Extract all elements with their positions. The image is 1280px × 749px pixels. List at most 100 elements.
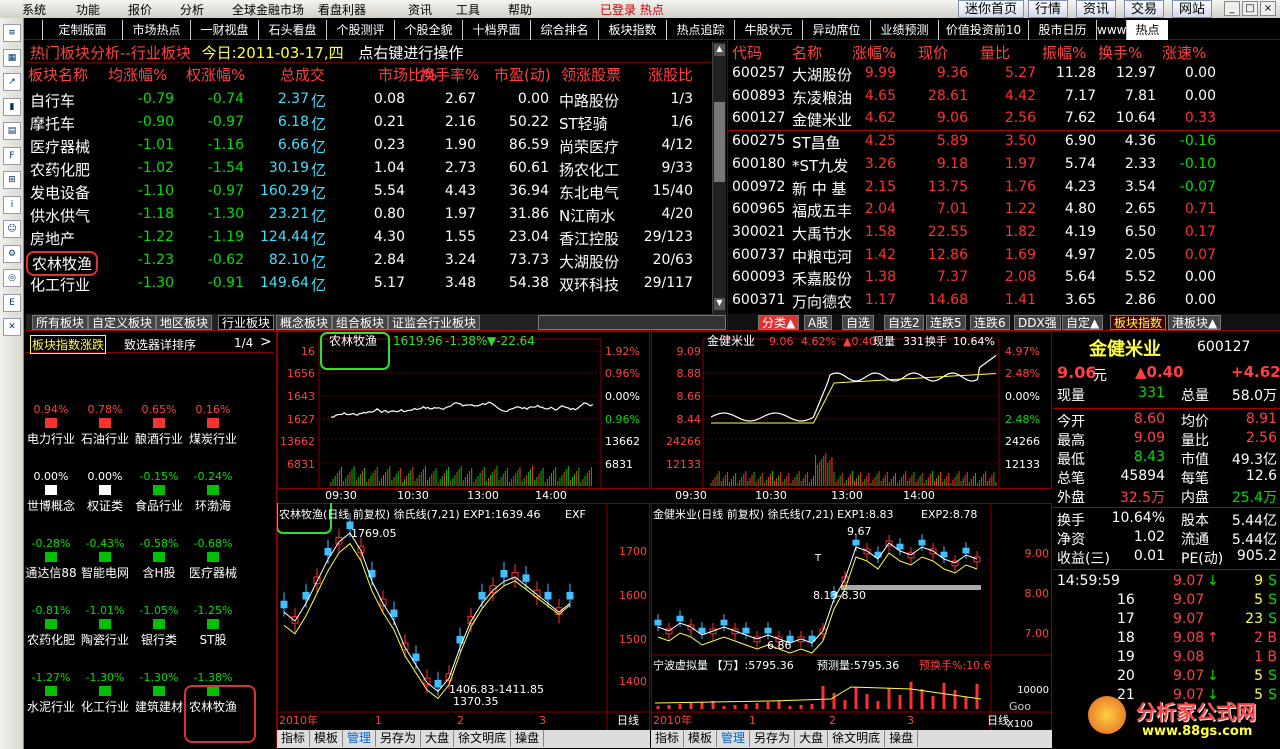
heat-cell[interactable]: -0.81% 农药化肥	[22, 604, 80, 648]
stock-row[interactable]: 600180 *ST九发 3.26 9.18 1.97 5.74 2.33 -0.10	[728, 155, 1280, 177]
tab-10[interactable]: 牛股状元	[734, 20, 802, 40]
tab-8[interactable]: 板块指数	[598, 20, 666, 40]
sector-col-header-0[interactable]: 板块名称	[28, 64, 88, 85]
stock-row[interactable]: 600893 东凌粮油 4.65 28.61 4.42 7.17 7.81 0.00	[728, 87, 1280, 109]
heat-cell[interactable]: -1.27% 水泥行业	[22, 671, 80, 715]
chart-tool-2[interactable]: 管理	[717, 730, 751, 747]
menu-item-5[interactable]: 看盘利器	[318, 1, 366, 18]
chart-tool-6[interactable]: 操盘	[885, 730, 919, 747]
tab-2[interactable]: 一财视盘	[190, 20, 258, 40]
stock-row[interactable]: 600965 福成五丰 2.04 7.01 1.22 4.80 2.65 0.71	[728, 200, 1280, 222]
minimize-icon[interactable]: _	[1224, 1, 1240, 16]
tab-4[interactable]: 个股测评	[326, 20, 394, 40]
tab-12[interactable]: 业绩预测	[870, 20, 938, 40]
tool-icon[interactable]: ⚙	[3, 244, 21, 263]
chart-tool-0[interactable]: 指标	[651, 730, 685, 747]
heat-cell[interactable]: 0.94% 电力行业	[22, 403, 80, 447]
stock-row[interactable]: 600093 禾嘉股份 1.38 7.37 2.08 5.64 5.52 0.00	[728, 268, 1280, 290]
f10-icon[interactable]: F	[3, 146, 21, 165]
stock-row[interactable]: 600275 ST昌鱼 4.25 5.89 3.50 6.90 4.36 -0.16	[728, 132, 1280, 154]
tab-3[interactable]: 石头看盘	[258, 20, 326, 40]
grid-icon[interactable]: ▦	[3, 48, 21, 67]
heat-tab-index[interactable]: 板块指数涨跌	[30, 335, 107, 354]
stock-kline-chart[interactable]: 金健米业(日线 前复权) 徐氏线(7,21) EXP1:8.83 EXP2:8.7…	[651, 503, 1052, 731]
list-icon[interactable]: ≡	[3, 24, 21, 42]
tab-13[interactable]: 价值投资前10	[938, 20, 1028, 40]
stock-row[interactable]: 600737 中粮屯河 1.42 12.86 1.69 4.97 2.05 0.07	[728, 246, 1280, 268]
sector-col-header-6[interactable]: 市盈(动)	[494, 64, 551, 85]
sector-intraday-chart[interactable]: 16 1656 1643 1627 13662 6831 1.92% 0.96% 0.00% 0.…	[277, 331, 650, 501]
stock-tab-0[interactable]: 分类▲	[758, 315, 800, 330]
top-button-3[interactable]: 交易	[1124, 0, 1165, 18]
chart-tool-4[interactable]: 大盘	[421, 730, 455, 747]
stock-row[interactable]: 600127 金健米业 4.62 9.06 2.56 7.62 10.64 0.33	[728, 109, 1280, 132]
chart-tool-3[interactable]: 另存为	[750, 730, 796, 747]
heat-cell[interactable]: -1.30% 化工行业	[76, 671, 134, 715]
stock-row[interactable]: 600371 万向德农 1.17 14.68 1.41 3.65 2.86 0.00	[728, 291, 1280, 313]
sector-table-scrollbar[interactable]: ▲ ▼	[712, 42, 726, 314]
menu-item-7[interactable]: 工具	[456, 1, 480, 18]
stock-row[interactable]: 000972 新 中 基 2.15 13.75 1.76 4.23 3.54 -0.07	[728, 178, 1280, 200]
stock-tab-3[interactable]: 自选2	[884, 315, 924, 330]
top-button-2[interactable]: 资讯	[1076, 0, 1117, 18]
sector-col-header-3[interactable]: 总成交	[280, 64, 325, 85]
sector-row[interactable]: 供水供气 -1.18 -1.30 23.21 0.80 1.97 31.86 N江南水 4/20…	[26, 205, 712, 227]
tab-9[interactable]: 热点追踪	[666, 20, 734, 40]
sector-row[interactable]: 医疗器械 -1.01 -1.16 6.66 0.23 1.90 86.59 尚荣医疗 4/12 亿	[26, 136, 712, 158]
chart-tool-2[interactable]: 管理	[343, 730, 377, 747]
sector-col-header-7[interactable]: 领涨股票	[561, 64, 621, 85]
info-icon[interactable]: i	[3, 195, 21, 214]
chart-tool-3[interactable]: 另存为	[376, 730, 422, 747]
chart-tool-4[interactable]: 大盘	[795, 730, 829, 747]
stock-col-header-6[interactable]: 换手%	[1098, 42, 1142, 63]
chart-icon[interactable]: ↗	[3, 73, 21, 91]
etf-icon[interactable]: E	[3, 293, 21, 312]
sector-row[interactable]: 农林牧渔 -1.23 -0.62 82.10 2.84 3.24 73.73 大湖股份 20/6…	[26, 251, 712, 276]
tab-15[interactable]: www	[1096, 20, 1126, 40]
heat-cell[interactable]: 0.00% 世博概念	[22, 470, 80, 514]
stock-col-header-7[interactable]: 涨速%	[1162, 42, 1206, 63]
scroll-thumb[interactable]	[714, 102, 725, 182]
heat-cell[interactable]: -1.30% 建筑建材	[130, 671, 188, 715]
sector-tabs-scroll[interactable]	[538, 315, 726, 330]
settings-icon[interactable]: ✕	[3, 318, 21, 336]
menu-item-6[interactable]: 资讯	[408, 1, 432, 18]
tab-1[interactable]: 市场热点	[122, 20, 190, 40]
sector-row[interactable]: 发电设备 -1.10 -0.97 160.29 5.54 4.43 36.94 东北电气 15/…	[26, 182, 712, 204]
stock-col-header-1[interactable]: 名称	[792, 42, 822, 63]
heat-cell[interactable]: -1.25% ST股	[184, 604, 242, 648]
stock-col-header-4[interactable]: 量比	[980, 42, 1010, 63]
web-icon[interactable]: ◎	[3, 269, 21, 287]
stock-tab-2[interactable]: 自选	[842, 315, 875, 330]
sector-row[interactable]: 自行车 -0.79 -0.74 2.37 0.08 2.67 0.00 中路股份 1/3 亿	[26, 90, 712, 112]
sector-tab-1[interactable]: 自定义板块	[88, 315, 157, 330]
tab-0[interactable]: 定制版面	[42, 20, 122, 40]
tab-14[interactable]: 股市日历	[1028, 20, 1096, 40]
sector-tab-3[interactable]: 行业板块	[218, 315, 275, 330]
report-icon[interactable]: ▤	[3, 122, 21, 140]
menu-item-0[interactable]: 系统	[22, 1, 46, 18]
menu-item-8[interactable]: 帮助	[508, 1, 532, 18]
top-button-4[interactable]: 网站	[1172, 0, 1213, 18]
stock-tab-4[interactable]: 连跌5	[926, 315, 966, 330]
stock-col-header-3[interactable]: 现价	[918, 42, 948, 63]
top-button-1[interactable]: 行情	[1028, 0, 1069, 18]
tab-5[interactable]: 个股全貌	[394, 20, 462, 40]
users-icon[interactable]: ☺	[3, 220, 21, 238]
sector-col-header-2[interactable]: 权涨幅%	[186, 64, 245, 85]
heat-cell[interactable]: -0.68% 医疗器械	[184, 537, 242, 581]
tab-11[interactable]: 异动席位	[802, 20, 870, 40]
stock-col-header-2[interactable]: 涨幅%	[852, 42, 896, 63]
sector-col-header-1[interactable]: 均涨幅%	[108, 64, 167, 85]
heat-cell[interactable]: 0.00% 权证类	[76, 470, 134, 514]
calc-icon[interactable]: ⊞	[3, 171, 21, 189]
stock-tab-9[interactable]: 港板块▲	[1168, 315, 1222, 330]
sector-tab-0[interactable]: 所有板块	[32, 315, 89, 330]
heat-cell[interactable]: -0.58% 含H股	[130, 537, 188, 581]
stock-tab-8[interactable]: 板块指数	[1110, 315, 1167, 330]
chart-tool-0[interactable]: 指标	[277, 730, 311, 747]
sector-col-header-8[interactable]: 涨股比	[648, 64, 693, 85]
candle-icon[interactable]: ▮	[3, 97, 21, 116]
sector-row[interactable]: 房地产 -1.22 -1.19 124.44 4.30 1.55 23.04 香江控股 29/1…	[26, 228, 712, 250]
sector-row[interactable]: 摩托车 -0.90 -0.97 6.18 0.21 2.16 50.22 ST轻骑 1/6 亿	[26, 113, 712, 135]
